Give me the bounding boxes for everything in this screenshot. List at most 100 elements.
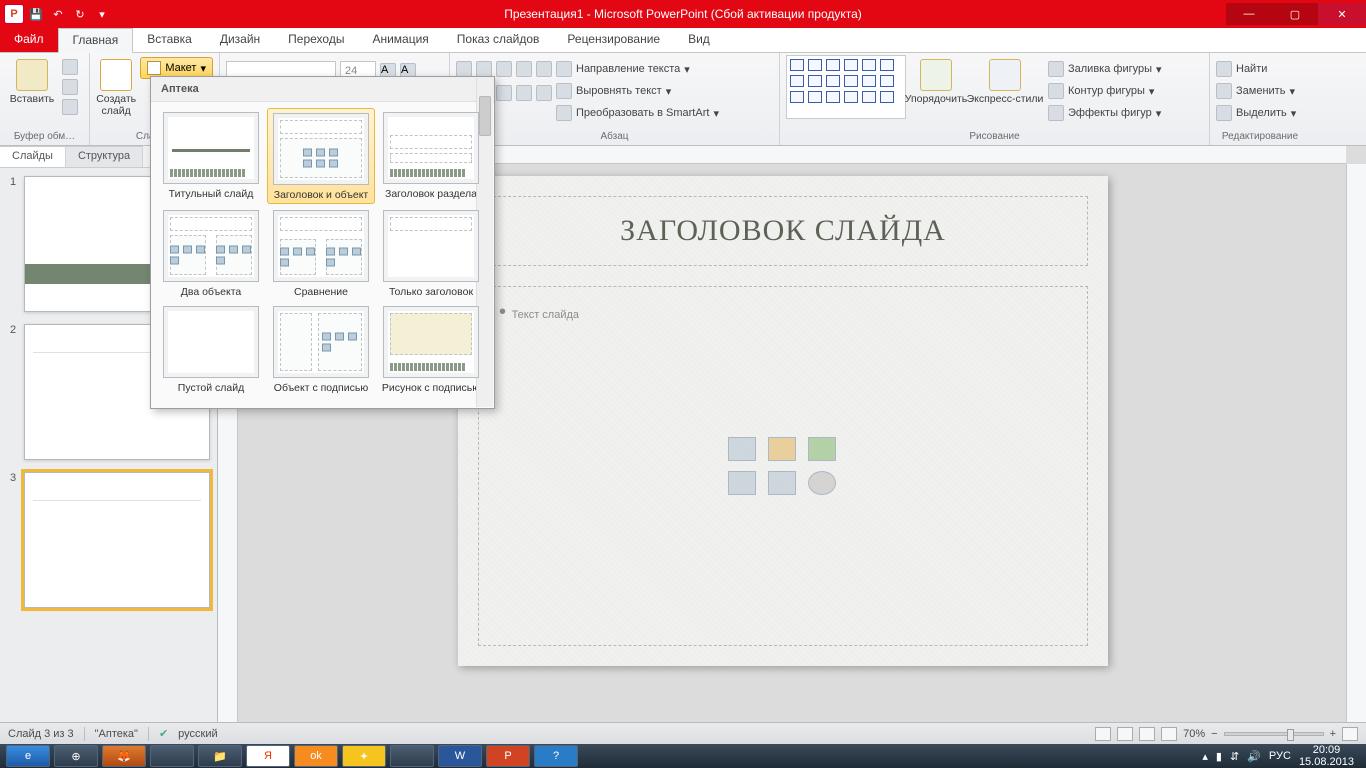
insert-chart-icon[interactable] — [768, 437, 796, 461]
shape-icon[interactable] — [880, 75, 894, 87]
insert-smartart-icon[interactable] — [808, 437, 836, 461]
taskbar-app-icon[interactable] — [390, 745, 434, 767]
tray-battery-icon[interactable]: ▮ — [1216, 750, 1222, 763]
tab-animations[interactable]: Анимация — [358, 28, 442, 52]
new-slide-button[interactable]: Создать слайд — [96, 55, 136, 117]
smartart-button[interactable]: Преобразовать в SmartArt▾ — [556, 105, 719, 121]
replace-button[interactable]: Заменить▾ — [1216, 83, 1296, 99]
side-tab-outline[interactable]: Структура — [66, 146, 143, 167]
file-tab[interactable]: Файл — [0, 28, 58, 52]
vertical-ruler-right[interactable] — [1346, 164, 1366, 722]
insert-media-icon[interactable] — [808, 471, 836, 495]
scrollbar-thumb[interactable] — [479, 96, 491, 136]
shapes-gallery[interactable] — [786, 55, 906, 119]
shape-fill-button[interactable]: Заливка фигуры▾ — [1048, 61, 1162, 77]
taskbar-app-icon[interactable] — [150, 745, 194, 767]
layout-item-section-header[interactable]: Заголовок раздела — [377, 108, 485, 204]
shape-icon[interactable] — [880, 91, 894, 103]
decrease-indent-icon[interactable] — [496, 61, 512, 77]
shape-icon[interactable] — [844, 75, 858, 87]
shape-icon[interactable] — [826, 75, 840, 87]
numbering-icon[interactable] — [476, 61, 492, 77]
shape-icon[interactable] — [826, 91, 840, 103]
shape-oval-icon[interactable] — [844, 59, 858, 71]
tab-transitions[interactable]: Переходы — [274, 28, 358, 52]
taskbar-help-icon[interactable]: ? — [534, 745, 578, 767]
find-button[interactable]: Найти — [1216, 61, 1296, 77]
zoom-handle[interactable] — [1287, 729, 1294, 741]
zoom-in-icon[interactable]: + — [1330, 728, 1336, 740]
align-right-icon[interactable] — [496, 85, 512, 101]
content-placeholder[interactable]: • Текст слайда — [478, 286, 1088, 646]
text-direction-button[interactable]: Направление текста▾ — [556, 61, 719, 77]
format-painter-icon[interactable] — [62, 99, 78, 115]
align-text-button[interactable]: Выровнять текст▾ — [556, 83, 719, 99]
zoom-out-icon[interactable]: − — [1211, 728, 1217, 740]
line-spacing-icon[interactable] — [536, 61, 552, 77]
layout-item-comparison[interactable]: Сравнение — [267, 206, 375, 300]
shape-icon[interactable] — [844, 91, 858, 103]
columns-icon[interactable] — [536, 85, 552, 101]
shape-icon[interactable] — [808, 75, 822, 87]
arrange-button[interactable]: Упорядочить — [910, 55, 962, 105]
layout-item-title-slide[interactable]: Титульный слайд — [157, 108, 265, 204]
side-tab-slides[interactable]: Слайды — [0, 146, 66, 167]
taskbar-firefox-icon[interactable]: 🦊 — [102, 745, 146, 767]
qat-customize-icon[interactable]: ▾ — [92, 4, 112, 24]
taskbar-yandex-icon[interactable]: Я — [246, 745, 290, 767]
paste-button[interactable]: Вставить — [6, 55, 58, 105]
bullets-icon[interactable] — [456, 61, 472, 77]
taskbar-word-icon[interactable]: W — [438, 745, 482, 767]
tab-home[interactable]: Главная — [58, 28, 134, 53]
insert-table-icon[interactable] — [728, 437, 756, 461]
tab-view[interactable]: Вид — [674, 28, 724, 52]
title-placeholder[interactable]: ЗАГОЛОВОК СЛАЙДА — [478, 196, 1088, 266]
cut-icon[interactable] — [62, 59, 78, 75]
shape-arrow-icon[interactable] — [808, 59, 822, 71]
insert-clipart-icon[interactable] — [768, 471, 796, 495]
layout-item-blank[interactable]: Пустой слайд — [157, 302, 265, 396]
tray-language[interactable]: РУС — [1269, 750, 1291, 762]
increase-indent-icon[interactable] — [516, 61, 532, 77]
sorter-view-icon[interactable] — [1117, 727, 1133, 741]
tab-insert[interactable]: Вставка — [133, 28, 206, 52]
tab-slideshow[interactable]: Показ слайдов — [443, 28, 554, 52]
copy-icon[interactable] — [62, 79, 78, 95]
tray-up-icon[interactable]: ▴ — [1202, 750, 1208, 763]
shape-icon[interactable] — [880, 59, 894, 71]
shape-icon[interactable] — [808, 91, 822, 103]
tab-review[interactable]: Рецензирование — [553, 28, 674, 52]
fit-window-icon[interactable] — [1342, 727, 1358, 741]
shape-effects-button[interactable]: Эффекты фигур▾ — [1048, 105, 1162, 121]
tab-design[interactable]: Дизайн — [206, 28, 274, 52]
tray-network-icon[interactable]: ⇵ — [1230, 750, 1239, 763]
tray-clock[interactable]: 20:09 15.08.2013 — [1299, 744, 1360, 768]
layout-item-title-content[interactable]: Заголовок и объект — [267, 108, 375, 204]
taskbar-ie-icon[interactable]: e — [6, 745, 50, 767]
slideshow-view-icon[interactable] — [1161, 727, 1177, 741]
shape-icon[interactable] — [862, 75, 876, 87]
layout-item-two-content[interactable]: Два объекта — [157, 206, 265, 300]
insert-picture-icon[interactable] — [728, 471, 756, 495]
shape-outline-button[interactable]: Контур фигуры▾ — [1048, 83, 1162, 99]
shape-icon[interactable] — [790, 75, 804, 87]
close-button[interactable]: ✕ — [1318, 3, 1366, 25]
layout-item-content-caption[interactable]: Объект с подписью — [267, 302, 375, 396]
maximize-button[interactable]: ▢ — [1272, 3, 1318, 25]
shape-line-icon[interactable] — [790, 59, 804, 71]
shape-icon[interactable] — [862, 91, 876, 103]
zoom-value[interactable]: 70% — [1183, 728, 1205, 740]
layout-item-picture-caption[interactable]: Рисунок с подписью — [377, 302, 485, 396]
taskbar-hp-icon[interactable]: ⊕ — [54, 745, 98, 767]
shape-icon[interactable] — [862, 59, 876, 71]
reading-view-icon[interactable] — [1139, 727, 1155, 741]
slide-thumb-3[interactable]: 3 — [0, 466, 217, 614]
taskbar-ok-icon[interactable]: ok — [294, 745, 338, 767]
tray-volume-icon[interactable]: 🔊 — [1247, 750, 1261, 763]
taskbar-explorer-icon[interactable]: 📁 — [198, 745, 242, 767]
justify-icon[interactable] — [516, 85, 532, 101]
minimize-button[interactable]: — — [1226, 3, 1272, 25]
quick-styles-button[interactable]: Экспресс-стили — [966, 55, 1044, 105]
spellcheck-icon[interactable]: ✔ — [159, 727, 168, 740]
redo-icon[interactable]: ↻ — [70, 4, 90, 24]
